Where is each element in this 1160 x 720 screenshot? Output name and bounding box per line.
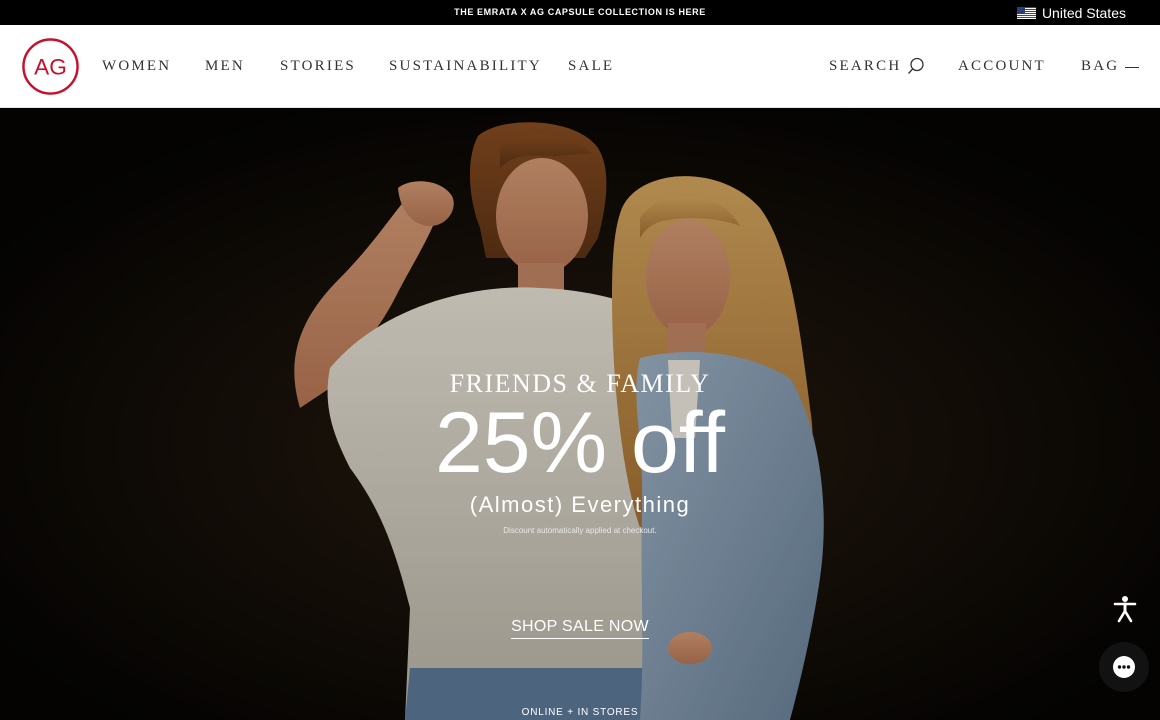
- accessibility-button[interactable]: [1107, 591, 1143, 627]
- promo-subheadline: (Almost) Everything: [469, 492, 691, 517]
- nav-women[interactable]: WOMEN: [102, 58, 171, 75]
- announcement-bar: THE EMRATA X AG CAPSULE COLLECTION IS HE…: [0, 0, 1160, 25]
- site-header: AG WOMEN MEN STORIES SUSTAINABILITY SALE…: [0, 25, 1160, 108]
- search-button[interactable]: SEARCH: [829, 57, 925, 75]
- account-link[interactable]: ACCOUNT: [958, 58, 1046, 75]
- bag-count-dash: [1125, 67, 1140, 68]
- logo-text: AG: [34, 54, 67, 79]
- shop-sale-now-button[interactable]: SHOP SALE NOW: [511, 618, 649, 639]
- chat-button[interactable]: [1099, 642, 1149, 692]
- nav-sustainability[interactable]: SUSTAINABILITY: [389, 58, 542, 75]
- us-flag-icon: [1016, 7, 1036, 19]
- availability-text: ONLINE + IN STORES: [521, 707, 639, 718]
- bag-label: BAG: [1081, 58, 1120, 74]
- ag-logo[interactable]: AG: [21, 37, 80, 96]
- chat-icon: [1113, 656, 1135, 678]
- shop-sale-cta-wrap: SHOP SALE NOW: [0, 618, 1160, 639]
- country-label: United States: [1041, 5, 1126, 21]
- promo-headline: 25% off: [434, 395, 726, 491]
- promo-fine-print: Discount automatically applied at checko…: [503, 526, 657, 535]
- bag-button[interactable]: BAG: [1081, 58, 1140, 75]
- accessibility-icon: [1113, 596, 1137, 623]
- hero-banner[interactable]: FRIENDS & FAMILY 25% off (Almost) Everyt…: [0, 108, 1160, 720]
- announcement-text[interactable]: THE EMRATA X AG CAPSULE COLLECTION IS HE…: [0, 7, 1160, 17]
- nav-men[interactable]: MEN: [205, 58, 245, 75]
- country-selector[interactable]: United States: [1016, 5, 1126, 21]
- nav-sale[interactable]: SALE: [568, 58, 614, 75]
- search-label: SEARCH: [829, 58, 902, 74]
- nav-stories[interactable]: STORIES: [280, 58, 356, 75]
- search-icon: [908, 57, 925, 74]
